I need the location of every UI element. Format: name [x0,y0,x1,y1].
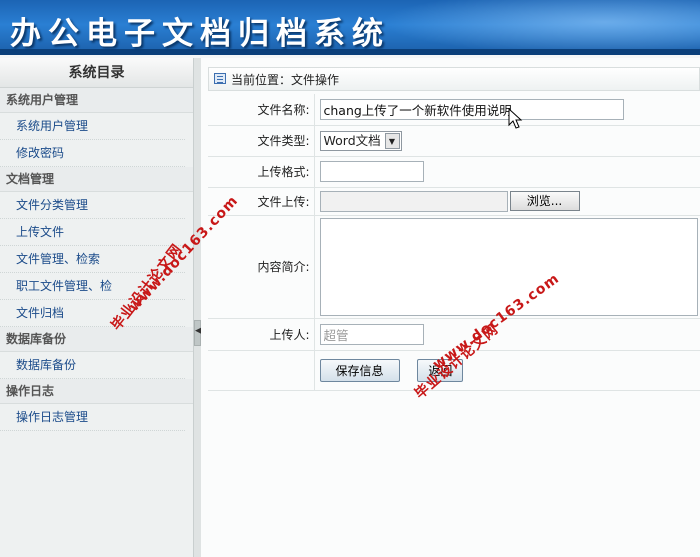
sidebar-item-upload-file[interactable]: 上传文件 [0,219,185,246]
sidebar-item-change-password[interactable]: 修改密码 [0,140,185,167]
save-button[interactable]: 保存信息 [319,358,400,382]
collapse-sidebar-handle[interactable]: ◀ [194,320,202,346]
dropdown-arrow-icon[interactable]: ▼ [384,132,400,149]
file-type-label: 文件类型: [208,125,315,157]
sidebar: 系统目录 系统用户管理 系统用户管理 修改密码 文档管理 文件分类管理 上传文件… [0,58,193,557]
browse-button[interactable]: 浏览... [509,190,580,211]
main-panel: 当前位置：文件操作 文件名称: 文件类型: Word文档 ▼ 上传格式: [201,58,700,557]
sidebar-item-oplog[interactable]: 操作日志管理 [0,404,185,431]
breadcrumb-text: 当前位置：文件操作 [231,73,340,87]
sidebar-group-doc-admin[interactable]: 文档管理 [0,167,193,192]
file-path-input[interactable] [319,190,508,212]
sidebar-group-oplog[interactable]: 操作日志 [0,379,193,404]
file-name-input[interactable] [319,98,624,120]
file-type-select[interactable]: Word文档 ▼ [319,130,402,151]
file-name-label: 文件名称: [208,94,315,126]
sidebar-item-file-category[interactable]: 文件分类管理 [0,192,185,219]
summary-textarea[interactable] [319,217,698,316]
uploader-input[interactable] [319,323,424,345]
sidebar-group-user-admin[interactable]: 系统用户管理 [0,88,193,113]
uploader-label: 上传人: [208,318,315,351]
breadcrumb: 当前位置：文件操作 [208,67,700,91]
mouse-cursor-icon [508,108,523,129]
row-file-upload: 文件上传: 浏览... [208,187,700,216]
row-file-type: 文件类型: Word文档 ▼ [208,125,700,157]
actions-spacer [208,350,315,391]
sidebar-group-db-backup[interactable]: 数据库备份 [0,327,193,352]
sidebar-title: 系统目录 [0,58,193,88]
sidebar-item-file-archive[interactable]: 文件归档 [0,300,185,327]
sidebar-item-user-admin[interactable]: 系统用户管理 [0,113,185,140]
sidebar-item-db-backup[interactable]: 数据库备份 [0,352,185,379]
upload-format-label: 上传格式: [208,156,315,188]
header-glow [380,0,700,55]
upload-format-input[interactable] [319,161,424,182]
app-title: 办公电子文档归档系统 [10,16,390,52]
sidebar-splitter[interactable]: ◀ [193,58,202,557]
file-type-value: Word文档 [323,132,381,148]
row-file-name: 文件名称: [208,94,700,126]
row-summary: 内容简介: [208,215,700,319]
app-header: 办公电子文档归档系统 [0,0,700,55]
list-icon [214,73,226,84]
row-upload-format: 上传格式: [208,156,700,188]
summary-label: 内容简介: [208,215,315,319]
